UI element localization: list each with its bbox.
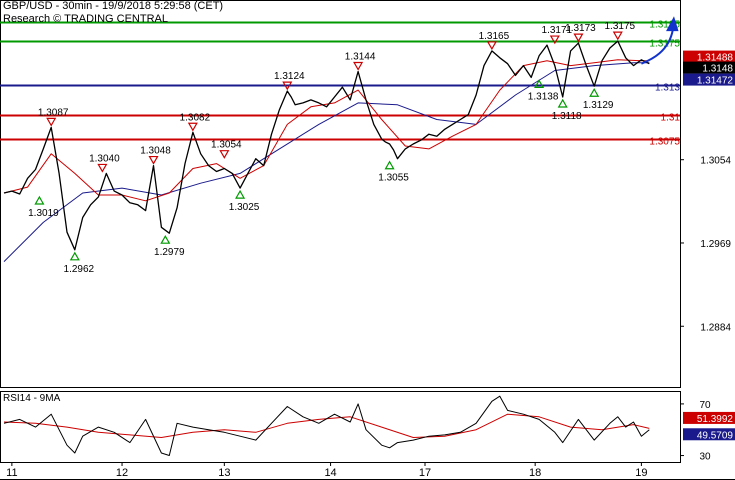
swing-high-label: 1.3087 bbox=[38, 107, 69, 118]
swing-low-label: 1.3129 bbox=[583, 100, 614, 111]
swing-low-marker bbox=[589, 88, 600, 97]
swing-low-marker bbox=[34, 195, 45, 205]
swing-low-marker bbox=[160, 234, 171, 244]
swing-low-label: 1.2979 bbox=[154, 247, 185, 258]
chart: 1.31951.31751.3131.311.30751.30871.30191… bbox=[0, 0, 735, 480]
swing-high-marker bbox=[148, 155, 159, 165]
swing-high-label: 1.3048 bbox=[140, 146, 171, 157]
rsi-y-tick-label: 30 bbox=[699, 452, 711, 463]
swing-high-label: 1.3165 bbox=[479, 31, 510, 42]
swing-high-label: 1.3040 bbox=[89, 153, 120, 164]
y-tick-label: 1.2969 bbox=[700, 239, 731, 250]
swing-low-marker bbox=[235, 189, 246, 199]
y-tick-label: 1.3054 bbox=[700, 156, 731, 167]
swing-low-marker bbox=[384, 160, 395, 170]
swing-low-label: 1.3055 bbox=[378, 173, 409, 184]
price-panel: 1.31951.31751.3131.311.30751.30871.30191… bbox=[0, 0, 735, 388]
chart-title: GBP/USD - 30min - 19/9/2018 5:29:58 (CET… bbox=[3, 0, 224, 12]
swing-low-label: 1.3025 bbox=[229, 202, 260, 213]
rsi-value-box-label-rsi_ma: 51.3992 bbox=[697, 414, 734, 425]
swing-low-label: 1.3118 bbox=[552, 111, 582, 122]
level-label-resistance: 1.31 bbox=[661, 113, 681, 124]
x-tick-label: 11 bbox=[6, 467, 17, 479]
swing-low-label: 1.3138 bbox=[528, 91, 559, 102]
chart-subtitle: Research © TRADING CENTRAL bbox=[3, 13, 168, 25]
x-tick-label: 17 bbox=[419, 467, 431, 479]
rsi-panel: 70 30 51.3992 49.5709 bbox=[0, 391, 735, 463]
swing-high-label: 1.3082 bbox=[180, 112, 211, 123]
x-tick-label: 13 bbox=[218, 467, 230, 479]
swing-high-marker bbox=[612, 31, 623, 41]
y-tick-label: 1.2884 bbox=[700, 322, 731, 333]
swing-high-label: 1.3144 bbox=[345, 52, 376, 63]
swing-high-marker bbox=[573, 33, 584, 43]
swing-low-label: 1.2962 bbox=[64, 264, 95, 275]
rsi-y-tick-label: 70 bbox=[699, 400, 711, 411]
x-tick-label: 18 bbox=[529, 467, 541, 479]
swing-high-marker bbox=[46, 117, 57, 127]
rsi-value-box-label-rsi: 49.5709 bbox=[697, 430, 734, 441]
level-label-resistance: 1.3075 bbox=[649, 137, 680, 148]
x-tick-label: 14 bbox=[324, 467, 336, 479]
swing-high-label: 1.3173 bbox=[565, 23, 596, 34]
series-rsi_ma bbox=[3, 413, 650, 438]
rsi-title: RSI14 - 9MA bbox=[3, 393, 61, 404]
series-rsi bbox=[3, 395, 650, 456]
swing-high-label: 1.3054 bbox=[211, 140, 242, 151]
level-label-pivot: 1.313 bbox=[655, 83, 680, 94]
swing-high-marker bbox=[486, 41, 497, 51]
swing-high-marker bbox=[187, 122, 198, 132]
x-tick-label: 19 bbox=[635, 467, 647, 479]
price-plot-frame bbox=[0, 0, 681, 388]
swing-low-marker bbox=[557, 98, 568, 108]
x-axis: 11 12 13 14 17 18 19 bbox=[0, 462, 735, 480]
value-box-label-pivot: 1.31472 bbox=[697, 76, 734, 87]
swing-low-label: 1.3019 bbox=[28, 208, 59, 219]
series-ma_fast bbox=[3, 59, 650, 202]
x-tick-label: 12 bbox=[116, 467, 128, 479]
swing-low-marker bbox=[69, 251, 80, 261]
swing-high-marker bbox=[353, 61, 364, 71]
value-box-label-current: 1.3148 bbox=[702, 64, 733, 75]
swing-high-label: 1.3124 bbox=[274, 71, 305, 82]
swing-high-marker bbox=[97, 163, 108, 173]
rsi-plot-frame bbox=[0, 391, 681, 463]
swing-high-marker bbox=[219, 150, 230, 159]
swing-high-label: 1.3175 bbox=[604, 21, 635, 32]
